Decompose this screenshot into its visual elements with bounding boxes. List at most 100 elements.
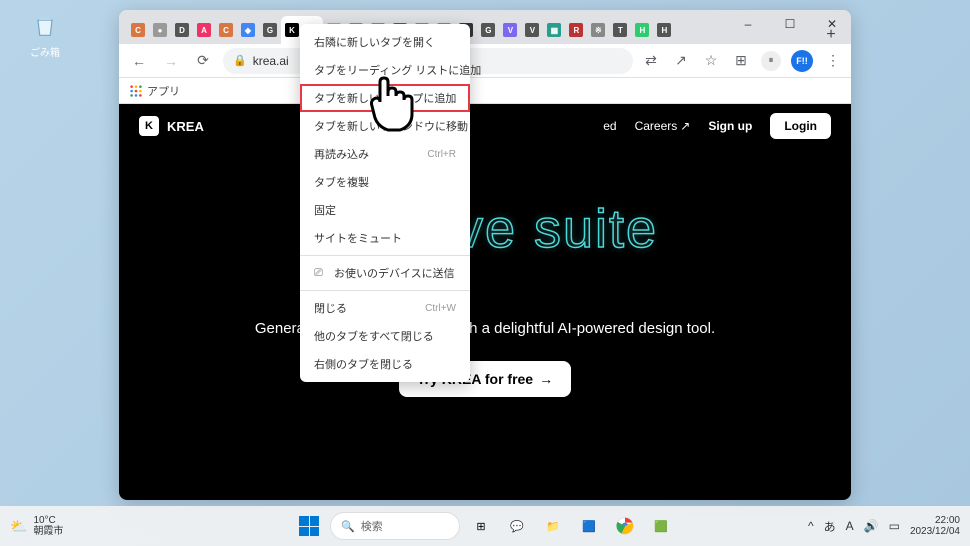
browser-tab[interactable]: V — [499, 16, 521, 44]
paused-icon[interactable]: ⏸ — [761, 51, 781, 71]
browser-toolbar: ← → ⟳ 🔒 krea.ai ⇄ ↗ ☆ ⊞ ⏸ F!! ⋮ — [119, 44, 851, 78]
reload-button[interactable]: ⟳ — [191, 49, 215, 73]
context-menu-item[interactable]: 他のタブをすべて閉じる — [300, 322, 470, 350]
menu-item-icon: ⎚ — [314, 267, 328, 280]
context-menu-item[interactable]: 右側のタブを閉じる — [300, 350, 470, 378]
menu-item-label: 再読み込み — [314, 146, 369, 162]
tab-favicon-icon: C — [219, 23, 233, 37]
brand-name: KREA — [167, 119, 204, 134]
context-menu-item[interactable]: タブを新しいグループに追加 — [300, 84, 470, 112]
ime-mode-icon[interactable]: A — [846, 519, 854, 533]
menu-shortcut: Ctrl+R — [427, 149, 456, 160]
close-window-button[interactable]: ✕ — [817, 12, 847, 36]
browser-tab[interactable]: H — [631, 16, 653, 44]
menu-item-label: 他のタブをすべて閉じる — [314, 328, 434, 344]
clock-date: 2023/12/04 — [910, 526, 960, 537]
context-menu-item[interactable]: ⎚お使いのデバイスに送信 — [300, 259, 470, 287]
minimize-button[interactable]: – — [733, 12, 763, 36]
tab-favicon-icon: G — [263, 23, 277, 37]
context-menu-item[interactable]: 閉じるCtrl+W — [300, 294, 470, 322]
context-menu-item[interactable]: 右隣に新しいタブを開く — [300, 28, 470, 56]
site-logo[interactable]: K KREA — [139, 116, 204, 136]
maximize-button[interactable]: ☐ — [775, 12, 805, 36]
extensions-icon[interactable]: ⊞ — [731, 51, 751, 71]
clock-time: 22:00 — [910, 515, 960, 526]
tab-favicon-icon: V — [503, 23, 517, 37]
browser-tab[interactable]: A — [193, 16, 215, 44]
menu-item-label: 右側のタブを閉じる — [314, 356, 413, 372]
signup-link[interactable]: Sign up — [708, 119, 752, 133]
context-menu-item[interactable]: サイトをミュート — [300, 224, 470, 252]
explorer-icon[interactable]: 📁 — [538, 511, 568, 541]
browser-tab[interactable]: R — [565, 16, 587, 44]
context-menu-item[interactable]: タブを新しいウィンドウに移動 — [300, 112, 470, 140]
bookmark-star-icon[interactable]: ☆ — [701, 51, 721, 71]
recycle-bin-label: ごみ箱 — [20, 44, 70, 59]
battery-icon[interactable]: ▭ — [889, 519, 900, 533]
tab-favicon-icon: ※ — [591, 23, 605, 37]
browser-tab[interactable]: ◆ — [237, 16, 259, 44]
context-menu-item[interactable]: タブをリーディング リストに追加 — [300, 56, 470, 84]
tray-chevron-up-icon[interactable]: ^ — [808, 519, 814, 533]
browser-tab[interactable]: D — [171, 16, 193, 44]
browser-tab[interactable]: G — [259, 16, 281, 44]
browser-tab[interactable]: ※ — [587, 16, 609, 44]
context-menu-item[interactable]: タブを複製 — [300, 168, 470, 196]
chat-icon[interactable]: 💬 — [502, 511, 532, 541]
browser-tab[interactable]: G — [477, 16, 499, 44]
context-menu-item[interactable]: 再読み込み Ctrl+R — [300, 140, 470, 168]
login-button[interactable]: Login — [770, 113, 831, 139]
context-menu-item[interactable]: 固定 — [300, 196, 470, 224]
volume-icon[interactable]: 🔊 — [864, 519, 879, 533]
site-header: K KREA ed Careers ↗ Sign up Login — [119, 104, 851, 148]
system-tray: ^ あ A 🔊 ▭ 22:00 2023/12/04 — [808, 515, 960, 537]
browser-window: C●DAC◆GKK×a●YRYY●GVV▦R※THH + – ☐ ✕ ← → ⟳… — [119, 10, 851, 500]
menu-item-label: タブを新しいグループに追加 — [314, 90, 456, 106]
menu-separator — [300, 255, 470, 256]
browser-tab[interactable]: H — [653, 16, 675, 44]
back-button[interactable]: ← — [127, 49, 151, 73]
menu-shortcut: Ctrl+W — [425, 303, 456, 314]
translate-icon[interactable]: ⇄ — [641, 51, 661, 71]
app-icon-1[interactable]: 🟦 — [574, 511, 604, 541]
profile-avatar[interactable]: F!! — [791, 50, 813, 72]
browser-tab[interactable]: ● — [149, 16, 171, 44]
browser-tab[interactable]: C — [215, 16, 237, 44]
nav-careers[interactable]: Careers ↗ — [635, 119, 691, 133]
forward-button[interactable]: → — [159, 49, 183, 73]
hero-section: creative suite Generate images and video… — [119, 148, 851, 397]
url-text: krea.ai — [253, 54, 289, 68]
tab-favicon-icon: A — [197, 23, 211, 37]
task-view-button[interactable]: ⊞ — [466, 511, 496, 541]
page-content: K KREA ed Careers ↗ Sign up Login creati… — [119, 104, 851, 500]
menu-item-label: タブをリーディング リストに追加 — [314, 62, 481, 78]
nav-feed[interactable]: ed — [603, 119, 616, 133]
start-button[interactable] — [294, 511, 324, 541]
browser-tab[interactable]: V — [521, 16, 543, 44]
weather-city: 朝霞市 — [33, 526, 63, 537]
menu-item-label: タブを複製 — [314, 174, 369, 190]
recycle-bin-icon — [29, 10, 61, 42]
taskbar-clock[interactable]: 22:00 2023/12/04 — [910, 515, 960, 537]
windows-logo-icon — [299, 516, 319, 536]
logo-icon: K — [139, 116, 159, 136]
app-icon-2[interactable]: 🟩 — [646, 511, 676, 541]
tab-context-menu: 右隣に新しいタブを開くタブをリーディング リストに追加タブを新しいグループに追加… — [300, 24, 470, 382]
browser-tab[interactable]: C — [127, 16, 149, 44]
apps-label: アプリ — [147, 83, 180, 99]
chrome-icon[interactable] — [610, 511, 640, 541]
ime-hiragana-icon[interactable]: あ — [824, 518, 836, 535]
search-icon: 🔍 — [341, 520, 355, 533]
weather-icon: ⛅ — [10, 518, 27, 535]
tab-strip: C●DAC◆GKK×a●YRYY●GVV▦R※THH + – ☐ ✕ — [119, 10, 851, 44]
taskbar-search[interactable]: 🔍 検索 — [330, 512, 460, 540]
bookmarks-bar: アプリ — [119, 78, 851, 104]
kebab-menu-icon[interactable]: ⋮ — [823, 51, 843, 71]
weather-widget[interactable]: ⛅ 10°C 朝霞市 — [10, 515, 63, 537]
recycle-bin[interactable]: ごみ箱 — [20, 10, 70, 59]
external-link-icon: ↗ — [680, 119, 690, 133]
apps-icon[interactable]: アプリ — [129, 83, 180, 99]
share-icon[interactable]: ↗ — [671, 51, 691, 71]
browser-tab[interactable]: T — [609, 16, 631, 44]
browser-tab[interactable]: ▦ — [543, 16, 565, 44]
